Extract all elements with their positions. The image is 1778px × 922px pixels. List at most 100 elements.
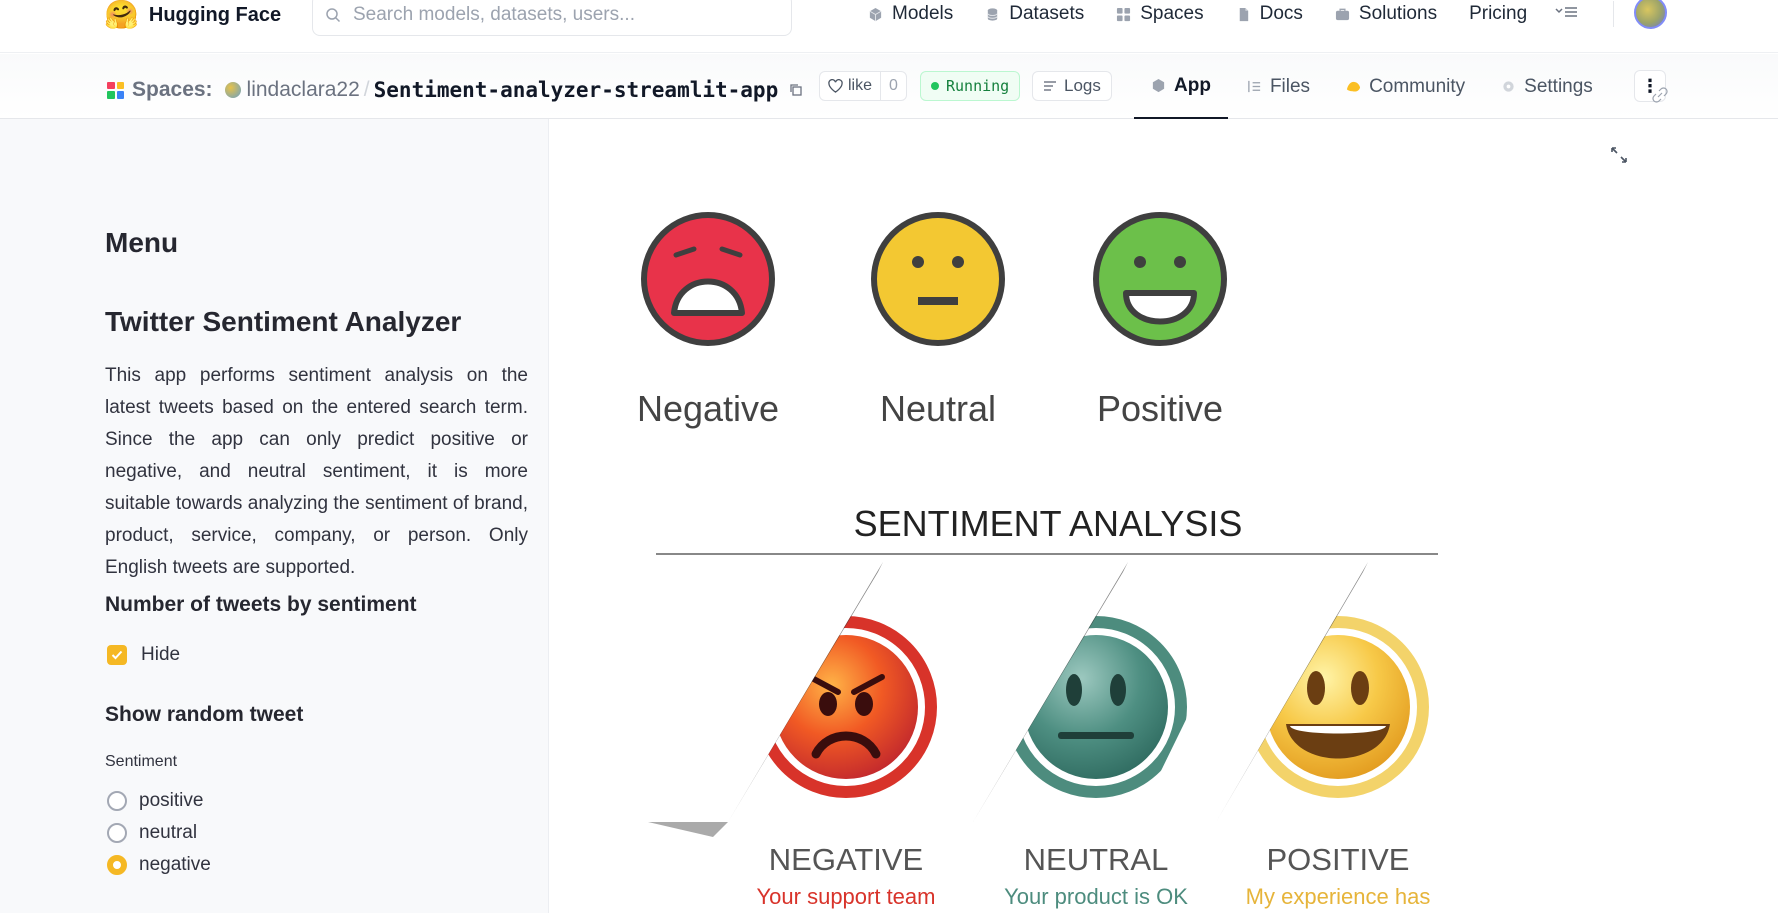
tab-files[interactable]: Files bbox=[1230, 54, 1327, 119]
fullscreen-icon[interactable] bbox=[1609, 145, 1629, 165]
space-header: Spaces: lindaclara22 / Sentiment-analyze… bbox=[0, 54, 1778, 119]
img2-label-positive: POSITIVE bbox=[1267, 842, 1410, 877]
sentiment-radio-group: positive neutral negative bbox=[107, 785, 211, 881]
img1-label-neutral: Neutral bbox=[880, 388, 996, 429]
briefcase-icon bbox=[1335, 8, 1349, 20]
heart-icon bbox=[828, 79, 843, 93]
img2-title: SENTIMENT ANALYSIS bbox=[854, 503, 1243, 544]
tab-settings[interactable]: Settings bbox=[1484, 54, 1610, 119]
brand-name: Hugging Face bbox=[148, 3, 282, 26]
nav-datasets[interactable]: Datasets bbox=[985, 3, 1084, 25]
random-tweet-title: Show random tweet bbox=[105, 703, 304, 726]
status-dot-icon bbox=[931, 82, 939, 90]
sentiment-radio-label: Sentiment bbox=[105, 753, 178, 770]
more-menu-button[interactable] bbox=[1555, 5, 1579, 24]
nav-pricing-label: Pricing bbox=[1469, 3, 1528, 24]
copy-icon[interactable] bbox=[788, 82, 804, 98]
logs-button[interactable]: Logs bbox=[1032, 71, 1112, 101]
neutral-face-icon bbox=[871, 212, 1005, 346]
nav-models-label: Models bbox=[892, 3, 954, 24]
positive-face-icon bbox=[1093, 212, 1227, 346]
nav-datasets-label: Datasets bbox=[1009, 3, 1085, 24]
checkmark-icon bbox=[111, 650, 123, 660]
breadcrumb-separator: / bbox=[363, 78, 370, 101]
cube-icon bbox=[869, 7, 882, 21]
nav-models[interactable]: Models bbox=[868, 3, 953, 25]
counts-section-title: Number of tweets by sentiment bbox=[105, 593, 417, 616]
like-count: 0 bbox=[889, 77, 898, 94]
docs-icon bbox=[1239, 7, 1248, 21]
user-avatar[interactable] bbox=[1634, 0, 1667, 29]
chevron-menu-icon bbox=[1555, 6, 1578, 17]
cube-icon bbox=[1152, 78, 1165, 93]
search-icon bbox=[326, 8, 341, 23]
nav-links: Models Datasets Spaces Docs Solutions Pr… bbox=[868, 0, 1642, 28]
space-tabs: App Files Community Settings bbox=[1134, 54, 1612, 119]
img1-label-positive: Positive bbox=[1097, 388, 1223, 429]
radio-option-positive[interactable]: positive bbox=[107, 785, 211, 817]
tab-app-label: App bbox=[1174, 74, 1211, 96]
hf-logo[interactable]: 🤗 Hugging Face bbox=[104, 0, 281, 30]
files-tree-icon bbox=[1248, 80, 1261, 93]
radio-neutral-label: neutral bbox=[139, 822, 198, 843]
link-icon[interactable] bbox=[1652, 87, 1668, 103]
nav-solutions[interactable]: Solutions bbox=[1335, 3, 1437, 25]
img2-caption-neutral: Your product is OK bbox=[1004, 884, 1188, 909]
grid-icon bbox=[1117, 7, 1131, 21]
sentiment-faces-image: Negative Neutral Positive bbox=[638, 143, 1248, 468]
like-button[interactable]: like 0 bbox=[819, 71, 907, 101]
img1-label-negative: Negative bbox=[638, 388, 779, 429]
tab-community-label: Community bbox=[1369, 75, 1466, 97]
breadcrumb: Spaces: lindaclara22 / Sentiment-analyze… bbox=[107, 74, 804, 106]
search-input[interactable] bbox=[353, 4, 753, 26]
spaces-logo-icon bbox=[107, 81, 124, 99]
sentiment-analysis-image: SENTIMENT ANALYSIS NEGATIVE NEUTRAL POSI… bbox=[638, 492, 1465, 922]
nav-spaces[interactable]: Spaces bbox=[1116, 3, 1204, 25]
breadcrumb-user[interactable]: lindaclara22 bbox=[247, 78, 360, 102]
app-title: Twitter Sentiment Analyzer bbox=[105, 306, 462, 337]
status-badge: Running bbox=[920, 71, 1021, 101]
radio-negative-label: negative bbox=[139, 854, 211, 875]
gear-icon bbox=[1503, 81, 1514, 92]
nav-docs[interactable]: Docs bbox=[1236, 3, 1303, 25]
radio-option-neutral[interactable]: neutral bbox=[107, 817, 211, 849]
top-navigation: 🤗 Hugging Face Models Datasets Spaces Do… bbox=[0, 0, 1778, 53]
img2-caption-negative: Your support team bbox=[757, 884, 936, 909]
status-text: Running bbox=[946, 77, 1010, 95]
hide-label: Hide bbox=[141, 644, 181, 665]
tab-app[interactable]: App bbox=[1134, 54, 1228, 119]
breadcrumb-spaces[interactable]: Spaces: bbox=[132, 78, 213, 102]
tab-settings-label: Settings bbox=[1524, 75, 1593, 97]
hide-checkbox-row[interactable]: Hide bbox=[107, 644, 180, 666]
breadcrumb-repo[interactable]: Sentiment-analyzer-streamlit-app bbox=[374, 78, 779, 102]
main-content: Negative Neutral Positive SENTIMENT ANAL… bbox=[549, 119, 1778, 922]
logs-label: Logs bbox=[1064, 76, 1101, 95]
negative-face-icon bbox=[641, 212, 775, 346]
app-description: This app performs sentiment analysis on … bbox=[105, 365, 528, 578]
nav-pricing[interactable]: Pricing bbox=[1469, 3, 1527, 25]
nav-divider bbox=[1613, 1, 1615, 27]
tab-community[interactable]: Community bbox=[1329, 54, 1482, 119]
owner-avatar-icon bbox=[224, 82, 241, 98]
img2-caption-positive: My experience has bbox=[1246, 884, 1431, 909]
nav-solutions-label: Solutions bbox=[1358, 3, 1438, 24]
img2-label-neutral: NEUTRAL bbox=[1024, 842, 1169, 877]
like-label: like bbox=[848, 77, 873, 94]
radio-positive-label: positive bbox=[139, 790, 204, 811]
database-icon bbox=[987, 7, 998, 21]
radio-positive[interactable] bbox=[107, 791, 127, 811]
tab-files-label: Files bbox=[1269, 75, 1311, 97]
nav-spaces-label: Spaces bbox=[1140, 3, 1204, 24]
search-box[interactable] bbox=[312, 0, 792, 36]
nav-docs-label: Docs bbox=[1259, 3, 1303, 24]
hugging-face-emoji-icon: 🤗 bbox=[104, 0, 139, 30]
like-toggle[interactable]: like bbox=[820, 72, 882, 100]
community-hands-icon bbox=[1347, 81, 1361, 92]
radio-option-negative[interactable]: negative bbox=[107, 849, 211, 881]
sidebar: Menu Twitter Sentiment Analyzer This app… bbox=[0, 119, 549, 913]
logs-icon bbox=[1044, 81, 1056, 91]
hide-checkbox[interactable] bbox=[107, 645, 127, 665]
sidebar-menu-title: Menu bbox=[105, 227, 179, 258]
radio-neutral[interactable] bbox=[107, 823, 127, 843]
radio-negative[interactable] bbox=[107, 855, 127, 875]
